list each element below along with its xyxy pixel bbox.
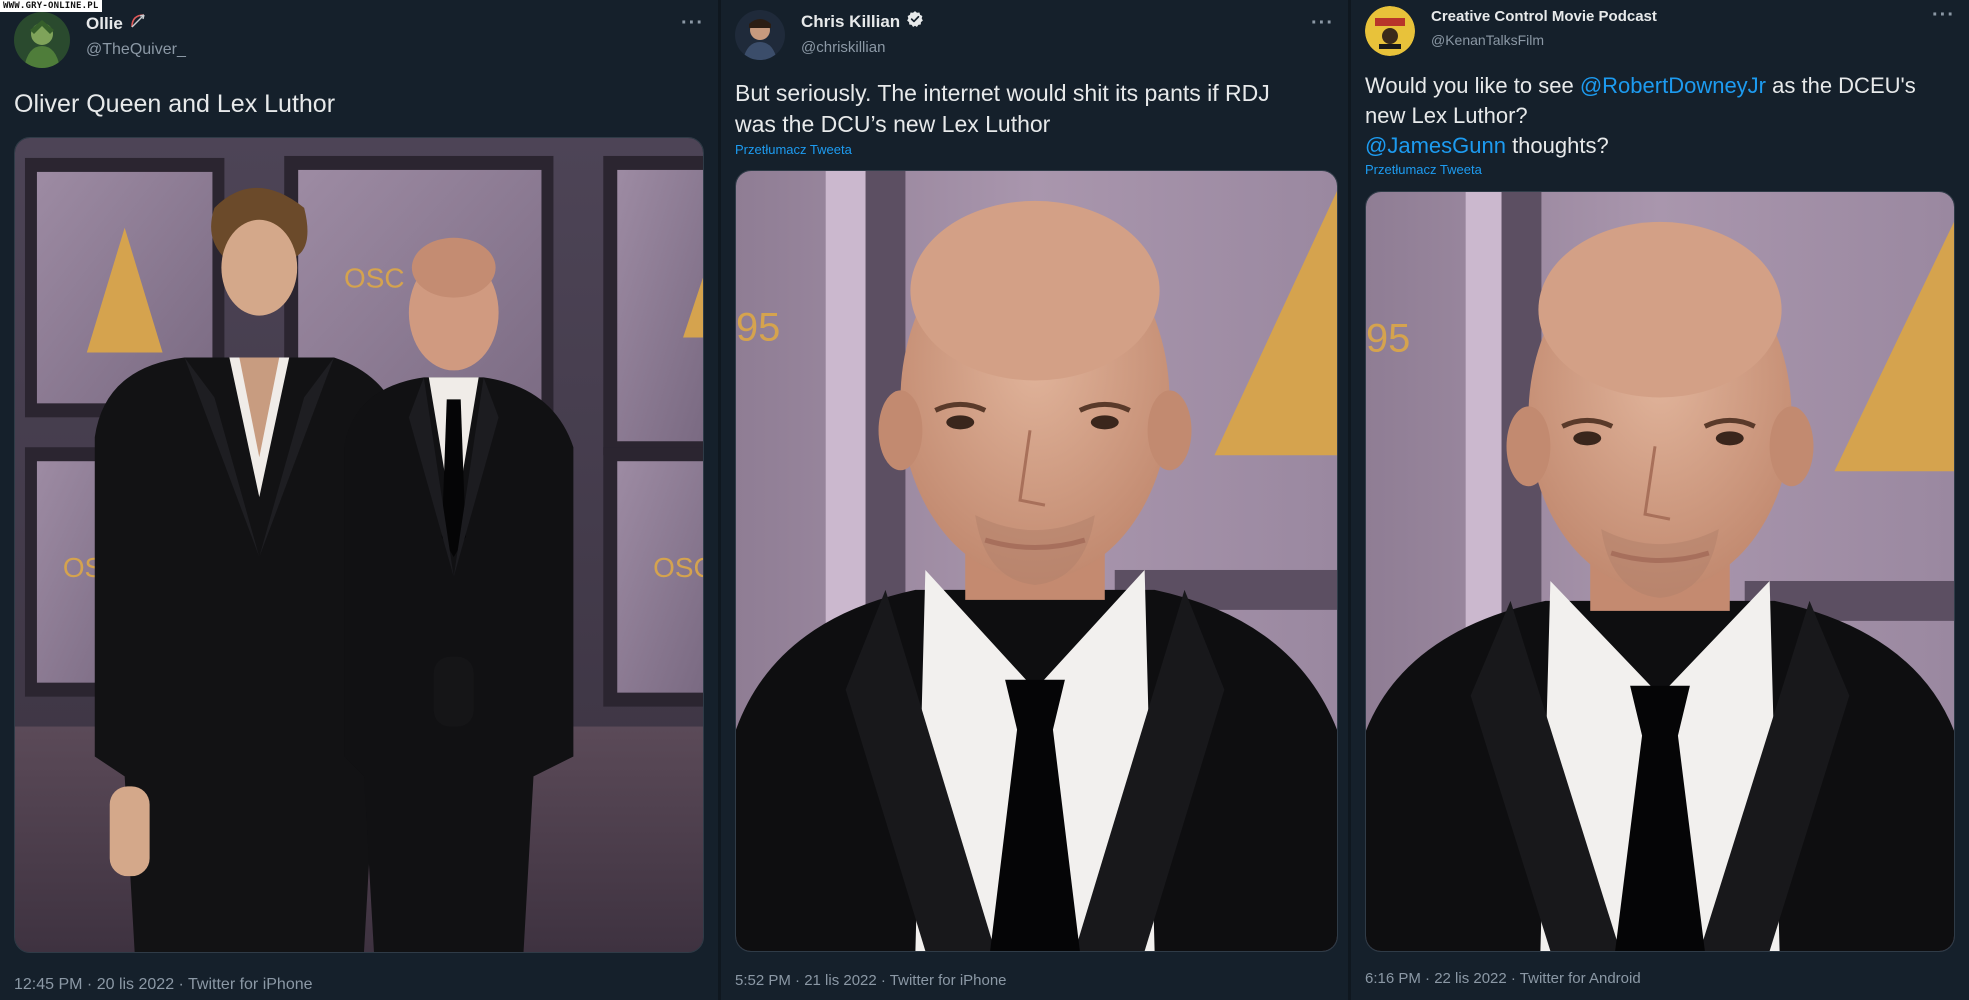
tweet-text-part: Would you like to see: [1365, 73, 1580, 98]
avatar[interactable]: [1365, 6, 1415, 56]
tweet-timestamp[interactable]: 5:52 PM · 21 lis 2022 · Twitter for iPho…: [735, 972, 1007, 989]
verified-icon: [906, 10, 924, 34]
user-handle[interactable]: @KenanTalksFilm: [1431, 29, 1657, 51]
tweet-card-2: Chris Killian @chriskillian ··· But seri…: [721, 0, 1348, 1000]
more-options-icon[interactable]: ···: [1311, 12, 1334, 35]
tweet-text: Would you like to see @RobertDowneyJr as…: [1365, 71, 1916, 161]
tweet-text-part: as the DCEU's: [1766, 73, 1916, 98]
tweet-text-content: Oliver Queen and Lex Luthor: [14, 90, 336, 118]
svg-text:OSC: OSC: [344, 263, 404, 294]
tweet-timestamp[interactable]: 12:45 PM · 20 lis 2022 · Twitter for iPh…: [14, 976, 313, 994]
tweet-text-line: new Lex Luthor?: [1365, 103, 1528, 128]
tweet-header: Chris Killian @chriskillian: [735, 10, 924, 60]
user-handle[interactable]: @TheQuiver_: [86, 39, 186, 61]
tweet-photo[interactable]: 95: [1365, 191, 1955, 952]
more-options-icon[interactable]: ···: [1932, 4, 1955, 27]
tweet-text: But seriously. The internet would shit i…: [735, 78, 1270, 140]
avatar[interactable]: [735, 10, 785, 60]
tweet-timestamp[interactable]: 6:16 PM · 22 lis 2022 · Twitter for Andr…: [1365, 970, 1641, 987]
tweet-text-line: But seriously. The internet would shit i…: [735, 80, 1270, 106]
tweet-header: Creative Control Movie Podcast @KenanTal…: [1365, 6, 1657, 56]
display-name-text: Ollie: [86, 14, 123, 33]
tweet-text-part: thoughts?: [1505, 133, 1609, 158]
display-name[interactable]: Chris Killian: [801, 10, 924, 34]
user-handle[interactable]: @chriskillian: [801, 37, 924, 59]
more-options-icon[interactable]: ···: [681, 12, 704, 35]
svg-text:95: 95: [736, 306, 780, 350]
tweet-header: Ollie @TheQuiver_: [14, 12, 186, 68]
display-name-text: Creative Control Movie Podcast: [1431, 8, 1657, 25]
bow-arrow-icon: [129, 12, 147, 36]
translate-tweet-link[interactable]: Przetłumacz Tweeta: [735, 142, 852, 157]
site-watermark: WWW.GRY-ONLINE.PL: [0, 0, 102, 12]
tweet-photo[interactable]: OS OSC OSC: [14, 137, 704, 953]
tweet-card-3: Creative Control Movie Podcast @KenanTal…: [1351, 0, 1969, 1000]
display-name[interactable]: Creative Control Movie Podcast: [1431, 6, 1657, 28]
svg-text:OSC: OSC: [653, 552, 703, 583]
avatar[interactable]: [14, 12, 70, 68]
translate-tweet-link[interactable]: Przetłumacz Tweeta: [1365, 162, 1482, 177]
tweet-text: Oliver Queen and Lex Luthor: [14, 88, 335, 120]
tweet-photo[interactable]: 95: [735, 170, 1338, 952]
display-name[interactable]: Ollie: [86, 12, 186, 36]
tweet-card-1: Ollie @TheQuiver_ ··· Oliver Queen and L…: [0, 0, 718, 1000]
mention-link[interactable]: @RobertDowneyJr: [1580, 73, 1766, 98]
display-name-text: Chris Killian: [801, 12, 901, 31]
mention-link[interactable]: @JamesGunn: [1365, 133, 1506, 158]
svg-text:95: 95: [1366, 317, 1410, 361]
tweet-text-line: was the DCU’s new Lex Luthor: [735, 111, 1051, 137]
